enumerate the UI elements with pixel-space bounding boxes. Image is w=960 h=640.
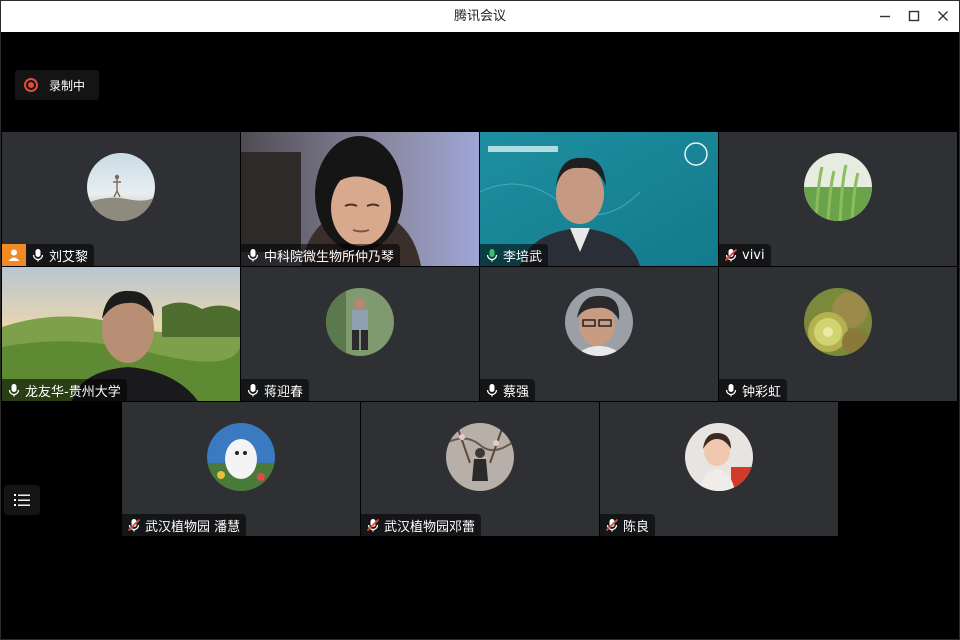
- participant-list-button[interactable]: [4, 485, 40, 515]
- participant-nametag: 中科院微生物所仲乃琴: [241, 244, 401, 266]
- window-title: 腾讯会议: [453, 9, 506, 24]
- participant-avatar: [804, 288, 872, 356]
- participant-avatar: [87, 153, 155, 221]
- microphone-icon: [247, 249, 259, 262]
- participant-tile-jiangyingchun[interactable]: 蒋迎春: [241, 267, 479, 401]
- participant-nametag: 蔡强: [480, 379, 536, 401]
- microphone-muted-icon: [366, 518, 380, 532]
- participant-tile-caiqiang[interactable]: 蔡强: [480, 267, 718, 401]
- participant-tile-lipeiwu[interactable]: 李培武: [480, 132, 718, 266]
- participant-nametag: 武汉植物园 潘慧: [122, 514, 247, 536]
- maximize-icon: [908, 10, 920, 22]
- recording-indicator[interactable]: 录制中: [15, 70, 99, 100]
- participant-tile-vivi[interactable]: vivi: [719, 132, 957, 266]
- microphone-muted-icon: [724, 248, 738, 262]
- participant-name: 李培武: [503, 249, 543, 265]
- participant-tile-chenliang[interactable]: 陈良: [600, 402, 838, 536]
- participant-nametag: 陈良: [600, 514, 656, 536]
- participant-tile-denglei[interactable]: 武汉植物园邓蕾: [361, 402, 599, 536]
- participant-nametag: vivi: [719, 244, 771, 266]
- participant-tile-zhongnaiqin[interactable]: 中科院微生物所仲乃琴: [241, 132, 479, 266]
- participant-name: 陈良: [623, 519, 650, 535]
- host-badge: [2, 244, 26, 266]
- minimize-button[interactable]: [871, 4, 899, 28]
- microphone-icon: [247, 384, 259, 397]
- recording-label: 录制中: [49, 78, 86, 93]
- participant-nametag: 龙友华-贵州大学: [2, 379, 127, 401]
- microphone-icon: [8, 384, 20, 397]
- microphone-icon: [725, 384, 737, 397]
- participant-nametag: 武汉植物园邓蕾: [361, 514, 482, 536]
- meeting-window: 腾讯会议 录制中 刘艾黎 中科院微生物所仲乃琴 李培武 vivi 龙友华-贵州大…: [0, 0, 960, 640]
- participant-name: 蒋迎春: [264, 384, 304, 400]
- record-icon: [24, 78, 38, 92]
- participant-avatar: [326, 288, 394, 356]
- participant-name: 武汉植物园 潘慧: [145, 519, 241, 535]
- host-icon: [8, 249, 20, 261]
- microphone-icon: [486, 384, 498, 397]
- microphone-icon: [32, 249, 44, 262]
- participant-nametag: 李培武: [480, 244, 549, 266]
- title-bar: 腾讯会议: [1, 1, 959, 32]
- participant-name: 中科院微生物所仲乃琴: [264, 249, 395, 265]
- maximize-button[interactable]: [900, 4, 928, 28]
- participant-avatar: [207, 423, 275, 491]
- list-icon: [14, 494, 30, 506]
- participant-name: 刘艾黎: [49, 249, 89, 265]
- participant-nametag: 蒋迎春: [241, 379, 310, 401]
- participant-avatar: [565, 288, 633, 356]
- microphone-muted-icon: [605, 518, 619, 532]
- participant-name: 蔡强: [503, 384, 530, 400]
- participant-name: 龙友华-贵州大学: [25, 384, 121, 400]
- microphone-muted-icon: [127, 518, 141, 532]
- close-icon: [938, 11, 948, 21]
- participant-tile-panhui[interactable]: 武汉植物园 潘慧: [122, 402, 360, 536]
- participant-tile-longyouhua[interactable]: 龙友华-贵州大学: [2, 267, 240, 401]
- close-button[interactable]: [929, 4, 957, 28]
- participant-nametag: 钟彩虹: [719, 379, 788, 401]
- participant-tile-liuaili[interactable]: 刘艾黎: [2, 132, 240, 266]
- participant-name: 钟彩虹: [742, 384, 782, 400]
- minimize-icon: [880, 15, 890, 18]
- participant-avatar: [685, 423, 753, 491]
- participant-name: vivi: [742, 247, 765, 263]
- participant-nametag: 刘艾黎: [26, 244, 95, 266]
- participant-avatar: [804, 153, 872, 221]
- participant-avatar: [446, 423, 514, 491]
- microphone-speaking-icon: [486, 249, 498, 262]
- participant-tile-zhongcaihong[interactable]: 钟彩虹: [719, 267, 957, 401]
- participant-name: 武汉植物园邓蕾: [384, 519, 476, 535]
